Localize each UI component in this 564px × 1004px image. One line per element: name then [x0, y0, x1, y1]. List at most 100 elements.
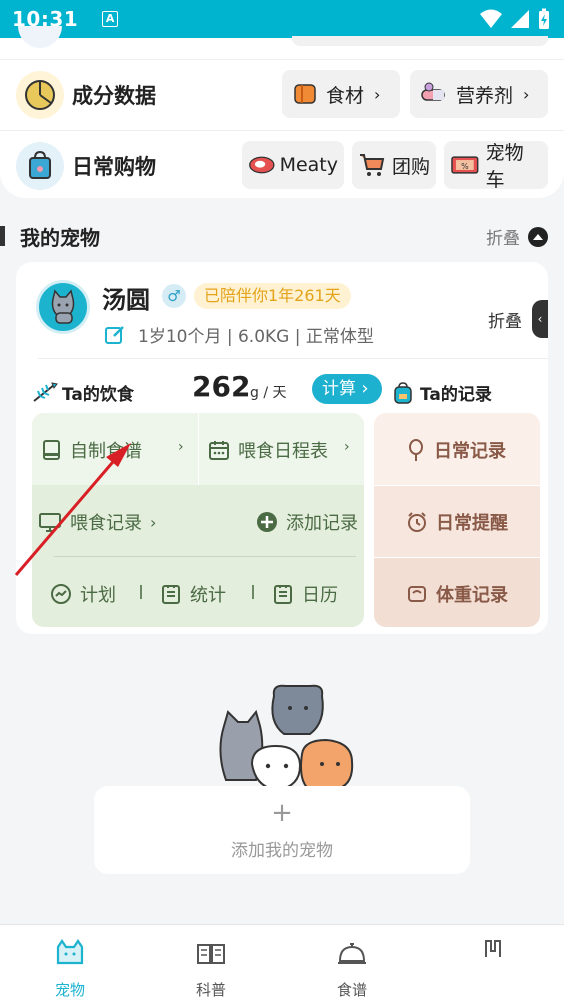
calendar-icon [274, 585, 292, 604]
homemade-recipe-label: 自制食谱 [70, 441, 142, 462]
my-pets-header: 我的宠物 折叠 [0, 214, 564, 256]
pet-card: 汤圆 ♂ 已陪伴你1年261天 1岁10个月 | 6.0KG | 正常体型 折叠… [16, 262, 548, 634]
plan-button[interactable]: 计划 [50, 581, 116, 607]
tab-science[interactable]: 科普 [161, 925, 261, 1004]
food-icon [294, 84, 316, 104]
companion-badge: 已陪伴你1年261天 [194, 283, 351, 309]
edit-icon[interactable] [104, 324, 126, 346]
stats-label: 统计 [190, 585, 226, 606]
bunny-ears-icon [485, 940, 501, 957]
chevron-right-icon: › [344, 439, 350, 455]
tab-recipes[interactable]: 食谱 [302, 925, 402, 1004]
section-marker [0, 226, 5, 246]
collapse-pet-label: 折叠 [488, 311, 522, 332]
food-amount-unit: g / 天 [250, 385, 287, 401]
clipboard-icon [162, 585, 180, 604]
shopping-cart-icon [360, 154, 385, 176]
supplements-button[interactable]: 营养剂 › [410, 70, 548, 118]
weight-record-button[interactable]: 体重记录 [406, 581, 508, 607]
stats-button[interactable]: 统计 [160, 581, 226, 607]
pet-cart-button[interactable]: % 宠物车 [444, 141, 548, 191]
diet-grid: 自制食谱 › 喂食日程表 › 喂食记录 › 添加记录 计划 统计 日历 [32, 413, 364, 627]
add-pet-label: 添加我的宠物 [231, 841, 333, 861]
chart-circle-icon [51, 584, 71, 604]
pet-avatar[interactable] [36, 280, 90, 334]
plus-icon: + [271, 798, 293, 828]
tab-pets[interactable]: 宠物 [20, 925, 120, 1004]
calculate-label: 计算 [322, 379, 356, 399]
pet-info-text: 1岁10个月 | 6.0KG | 正常体型 [138, 327, 374, 347]
homemade-recipe-button[interactable]: 自制食谱 [42, 437, 142, 463]
chevron-right-icon: › [178, 439, 184, 455]
alarm-clock-icon [408, 512, 426, 532]
chevron-left-icon: ‹ [532, 300, 548, 338]
chevron-up-circle-icon [528, 226, 548, 247]
daily-food-amount: 262 [192, 370, 251, 403]
scrolled-row-remnant [0, 26, 564, 60]
meat-icon [249, 156, 275, 174]
book-icon [197, 944, 225, 964]
balloon-icon [409, 439, 423, 461]
diet-header: Ta的饮食 262 g / 天 计算 › Ta的记录 [32, 370, 532, 410]
weight-record-label: 体重记录 [436, 585, 508, 606]
group-buy-label: 团购 [392, 155, 431, 178]
records-label: Ta的记录 [392, 380, 492, 405]
plus-circle-icon [257, 512, 277, 532]
add-pet-button[interactable]: + 添加我的宠物 [94, 786, 470, 874]
calculate-button[interactable]: 计算 › [312, 374, 382, 404]
diet-label: Ta的饮食 [32, 380, 134, 405]
collapse-section-button[interactable]: 折叠 [486, 224, 548, 249]
feeding-record-button[interactable]: 喂食记录 › [38, 509, 156, 535]
backpack-icon [394, 381, 412, 404]
my-pets-title: 我的宠物 [20, 226, 100, 250]
food-cloche-icon [338, 943, 366, 964]
notebook-icon [43, 440, 60, 460]
pet-info-line: 1岁10个月 | 6.0KG | 正常体型 [104, 322, 374, 347]
add-record-button[interactable]: 添加记录 [256, 509, 358, 535]
collapse-pet-card-button[interactable]: 折叠 ‹ [488, 300, 548, 338]
pet-cart-label: 宠物车 [485, 142, 524, 191]
pet-name: 汤圆 [102, 286, 150, 314]
calendar-grid-icon [209, 441, 229, 460]
feeding-schedule-label: 喂食日程表 [238, 441, 328, 462]
meaty-label: Meaty [279, 154, 338, 176]
feeding-schedule-button[interactable]: 喂食日程表 [208, 437, 328, 463]
status-bar: 10:31 A [0, 0, 564, 38]
calendar-label: 日历 [302, 585, 338, 606]
cat-icon [51, 289, 75, 324]
tab-pets-label: 宠物 [54, 981, 85, 999]
collapse-label: 折叠 [486, 229, 520, 249]
daily-reminder-label: 日常提醒 [436, 513, 508, 534]
app-notification-icon: A [102, 11, 119, 27]
chevron-right-icon: › [523, 84, 530, 104]
scale-icon [408, 586, 426, 602]
ingredient-data-row: 成分数据 食材 › 营养剂 › [0, 60, 564, 130]
records-grid: 日常记录 日常提醒 体重记录 [374, 413, 540, 627]
tab-recipes-label: 食谱 [336, 981, 367, 999]
calendar-button[interactable]: 日历 [272, 581, 338, 607]
plan-label: 计划 [80, 585, 116, 606]
meaty-button[interactable]: Meaty [242, 141, 344, 189]
daily-record-button[interactable]: 日常记录 [406, 437, 506, 463]
tab-profile[interactable] [443, 925, 543, 1004]
group-buy-button[interactable]: 团购 [352, 141, 436, 189]
fish-bone-icon [33, 381, 58, 402]
chevron-right-icon: › [374, 84, 381, 104]
pie-chart-icon [16, 71, 64, 119]
battery-icon [539, 8, 549, 29]
daily-reminder-button[interactable]: 日常提醒 [406, 509, 508, 535]
gender-male-icon: ♂ [162, 284, 186, 308]
svg-text:%: % [461, 162, 469, 171]
bottom-tab-bar: 宠物 科普 食谱 [0, 924, 564, 1004]
wifi-icon [480, 9, 502, 28]
daily-shopping-row: 日常购物 Meaty 团购 % 宠物车 [0, 131, 564, 201]
ingredients-button[interactable]: 食材 › [282, 70, 400, 118]
quick-links-card: 成分数据 食材 › 营养剂 › 日常购物 Meaty 团购 % 宠物车 [0, 26, 564, 201]
coupon-icon: % [451, 156, 479, 174]
chevron-right-icon: › [150, 512, 157, 532]
daily-record-label: 日常记录 [434, 441, 506, 462]
add-record-label: 添加记录 [286, 513, 358, 534]
daily-shopping-title: 日常购物 [72, 155, 156, 179]
supplements-label: 营养剂 [456, 84, 514, 107]
pet-tab-icon [56, 939, 84, 965]
